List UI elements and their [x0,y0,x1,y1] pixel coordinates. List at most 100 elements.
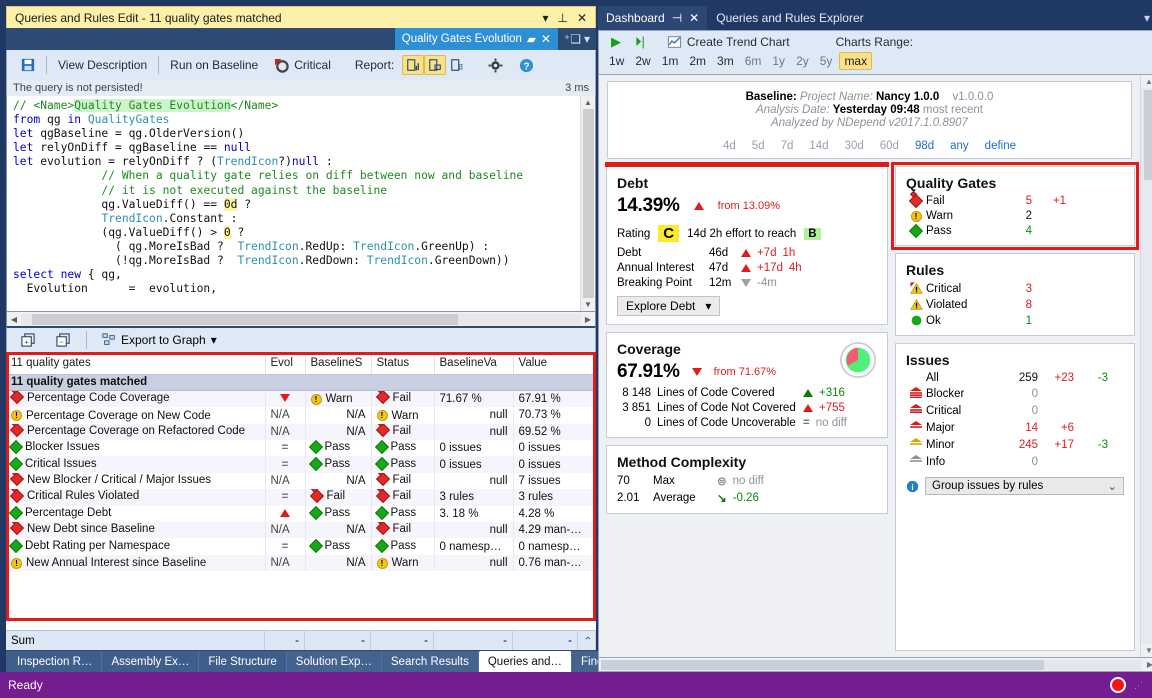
range-3m[interactable]: 3m [713,53,738,69]
bottom-tab-2[interactable]: File Structure [199,651,287,672]
range-2y[interactable]: 2y [792,53,813,69]
dashboard-vertical-scrollbar[interactable]: ▲ ▼ [1140,75,1152,657]
code-vertical-scrollbar[interactable]: ▲ ▼ [580,96,595,311]
baseline-day-14d[interactable]: 14d [809,140,828,152]
scroll-down-icon[interactable]: ▼ [1145,644,1152,657]
bottom-tab-1[interactable]: Assembly Ex… [102,651,200,672]
baseline-day-98d[interactable]: 98d [915,140,934,152]
table-row[interactable]: Critical Rules Violated = Fail Fail 3 rules 3… [6,489,596,506]
col-header-value[interactable]: Value [513,352,596,375]
baseline-day-define[interactable]: define [985,140,1016,152]
range-1m[interactable]: 1m [658,53,683,69]
new-query-icon[interactable]: ⁺❑ [564,32,581,46]
report-matrix-button[interactable] [446,55,468,75]
range-max[interactable]: max [839,52,873,70]
chevron-down-icon[interactable]: ▾ [584,32,590,46]
save-button[interactable] [13,53,43,77]
chevron-down-icon[interactable]: ▾ [705,299,711,313]
range-5y[interactable]: 5y [816,53,837,69]
run-import-button[interactable]: ⏵| [629,34,651,50]
pin-icon[interactable]: ⊥ [557,12,567,24]
report-page-button[interactable] [424,55,447,75]
critical-button[interactable]: Critical [266,53,339,77]
scroll-up-icon[interactable]: ▲ [1145,75,1152,88]
table-row[interactable]: Critical Issues = Pass Pass 0 issues 0 issues [6,456,596,473]
query-code-editor[interactable]: // <Name>Quality Gates Evolution</Name> … [6,96,596,312]
pane-dropdown-icon[interactable]: ▾ [542,12,548,24]
tab-close-icon[interactable]: ✕ [541,32,551,46]
baseline-day-any[interactable]: any [950,140,969,152]
chevron-down-icon[interactable]: ▾ [211,333,217,347]
quality-gates-table[interactable]: 11 quality gates Evol BaselineS Status B… [6,352,596,391]
new-tab-controls[interactable]: ⁺❑ ▾ [557,28,596,50]
export-to-graph-button[interactable]: Export to Graph ▾ [94,328,225,352]
expand-all-button[interactable]: + [13,328,44,352]
dashboard-horizontal-scrollbar[interactable]: ▶ [598,658,1152,672]
resize-grip[interactable]: ⋰ [1134,680,1144,691]
range-1w[interactable]: 1w [605,53,628,69]
scroll-down-icon[interactable]: ▼ [584,298,592,311]
close-icon[interactable]: ✕ [577,12,587,24]
bottom-tab-0[interactable]: Inspection R… [8,651,103,672]
report-bar-chart-button[interactable] [402,55,425,75]
code-text[interactable]: // <Name>Quality Gates Evolution</Name> … [7,96,580,311]
col-header-baselines[interactable]: BaselineS [305,352,372,375]
table-row[interactable]: New Blocker / Critical / Major Issues N/A… [6,472,596,490]
tab-quality-gates-evolution[interactable]: Quality Gates Evolution ▰ ✕ [394,28,558,50]
view-description-button[interactable]: View Description [50,53,155,77]
dashboard-scroll-track[interactable] [1141,88,1152,644]
tabstrip-overflow-icon[interactable]: ▾ [1144,11,1152,25]
pass-diamond-icon [8,505,24,520]
table-row[interactable]: ! New Annual Interest since Baseline N/A N/… [6,554,596,572]
baseline-day-7d[interactable]: 7d [781,140,794,152]
group-issues-select[interactable]: Group issues by rules ⌄ [925,477,1124,495]
hscroll-track[interactable] [21,313,581,325]
create-trend-chart-button[interactable]: Create Trend Chart [653,35,800,49]
scroll-up-icon[interactable]: ▲ [584,96,592,109]
range-2m[interactable]: 2m [685,53,710,69]
collapse-sum-icon[interactable]: ⌃ [578,631,596,650]
run-on-baseline-button[interactable]: Run on Baseline [162,53,266,77]
bottom-tab-4[interactable]: Search Results [381,651,479,672]
help-button[interactable]: ? [511,53,542,77]
tab-dashboard[interactable]: Dashboard ⊣ ✕ [598,6,708,30]
bottom-tab-5[interactable]: Queries and… [478,651,573,672]
col-header-baselineva[interactable]: BaselineVa [434,352,514,375]
pin-icon[interactable]: ⊣ [672,11,682,25]
table-row[interactable]: Percentage Debt Pass Pass 3. 18 % 4.28 % [6,505,596,522]
table-row[interactable]: ! Percentage Coverage on New Code N/A N/A! W… [6,407,596,424]
close-icon[interactable]: ✕ [689,11,699,25]
scroll-thumb[interactable] [582,109,594,298]
bottom-tab-3[interactable]: Solution Exp… [286,651,382,672]
range-1y[interactable]: 1y [768,53,789,69]
scroll-right-icon[interactable]: ▶ [581,315,595,324]
fail-diamond-icon [9,472,25,487]
table-row[interactable]: Percentage Code Coverage ! Warn Fail 71.67 %… [6,390,596,408]
quality-gates-rows-table[interactable]: Percentage Code Coverage! Warn Fail 71.67 %… [6,390,596,572]
table-row[interactable]: New Debt since Baseline N/A N/A Fail null 4.2… [6,521,596,539]
baseline-day-5d[interactable]: 5d [752,140,765,152]
group-header-row[interactable]: 11 quality gates matched [6,374,596,391]
table-row[interactable]: Percentage Coverage on Refactored Code N/… [6,423,596,441]
table-row[interactable]: Blocker Issues = Pass Pass 0 issues 0 issues [6,440,596,457]
col-header-name[interactable]: 11 quality gates [6,352,266,375]
collapse-all-button[interactable]: − [48,328,79,352]
run-button[interactable]: ▶ [605,34,627,50]
settings-button[interactable] [480,53,511,77]
scroll-right-icon[interactable]: ▶ [1143,660,1152,669]
col-header-status[interactable]: Status [371,352,435,375]
code-horizontal-scrollbar[interactable]: ◀ ▶ [6,312,596,326]
dashboard-hscroll-track[interactable] [601,659,1141,670]
scroll-left-icon[interactable]: ◀ [7,315,21,324]
baseline-day-60d[interactable]: 60d [880,140,899,152]
record-dot-icon[interactable] [1110,677,1126,693]
col-header-evol[interactable]: Evol [265,352,306,375]
baseline-day-30d[interactable]: 30d [845,140,864,152]
explore-debt-button[interactable]: Explore Debt ▾ [617,296,721,316]
baseline-day-4d[interactable]: 4d [723,140,736,152]
chevron-down-icon[interactable]: ⌄ [1107,479,1117,493]
tab-queries-and-rules-explorer[interactable]: Queries and Rules Explorer [707,6,872,30]
range-2w[interactable]: 2w [631,53,654,69]
range-6m[interactable]: 6m [741,53,766,69]
table-row[interactable]: Debt Rating per Namespace = Pass Pass 0 name… [6,538,596,555]
